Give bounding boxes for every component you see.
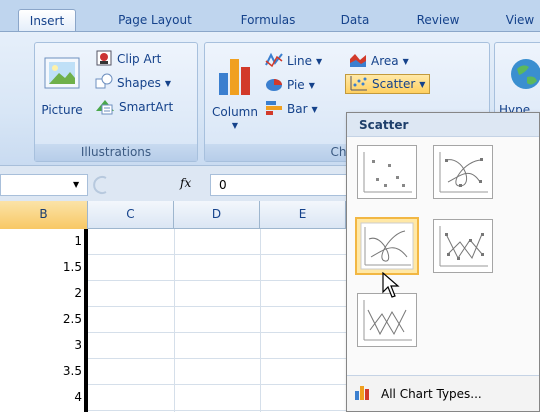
clip-art-button[interactable]: Clip Art — [95, 49, 161, 69]
cancel-entry-icon[interactable] — [92, 175, 112, 195]
tab-insert[interactable]: Insert — [18, 9, 76, 32]
scatter-smooth-lines-option[interactable] — [355, 217, 419, 275]
cell-b[interactable]: 1.5 — [0, 255, 86, 281]
area-dropdown-icon: ▼ — [402, 56, 409, 66]
line-label: Line — [287, 54, 313, 68]
name-box[interactable]: ▼ — [0, 174, 88, 196]
cell-b[interactable]: 2.5 — [0, 307, 86, 333]
scatter-straight-lines-option[interactable] — [357, 293, 417, 347]
all-chart-types-label: All Chart Types... — [381, 386, 482, 401]
column-header-c[interactable]: C — [88, 201, 174, 229]
column-chart-icon[interactable] — [215, 53, 255, 97]
scatter-smooth-lines-markers-icon — [439, 152, 488, 193]
scatter-label: Scatter — [372, 77, 416, 91]
smartart-label: SmartArt — [119, 100, 174, 114]
cell-b[interactable]: 3 — [0, 333, 86, 359]
column-header-d[interactable]: D — [174, 201, 260, 229]
area-label: Area — [371, 54, 399, 68]
bar-chart-button[interactable]: Bar ▼ — [265, 99, 318, 119]
scatter-smooth-lines-markers-option[interactable] — [433, 145, 493, 199]
scatter-chart-button[interactable]: Scatter ▼ — [345, 74, 431, 94]
name-box-dropdown-icon[interactable]: ▼ — [73, 180, 79, 189]
ribbon-tab-strip: Insert Page Layout Formulas Data Review … — [0, 0, 540, 32]
tab-view[interactable]: View — [500, 9, 540, 32]
tab-page-layout[interactable]: Page Layout — [105, 9, 205, 32]
cell-b[interactable]: 4 — [0, 385, 86, 411]
all-chart-types-item[interactable]: All Chart Types... — [347, 375, 539, 411]
clip-art-icon — [95, 49, 113, 70]
shapes-label: Shapes — [117, 76, 161, 90]
line-chart-button[interactable]: Line ▼ — [265, 51, 322, 71]
scatter-straight-lines-markers-option[interactable] — [433, 219, 493, 273]
column-header-e[interactable]: E — [260, 201, 346, 229]
smartart-button[interactable]: SmartArt — [95, 97, 173, 117]
shapes-button[interactable]: Shapes ▼ — [95, 73, 171, 93]
tab-data[interactable]: Data — [333, 9, 377, 32]
smartart-icon — [95, 97, 115, 118]
bar-label: Bar — [287, 102, 308, 116]
scatter-straight-lines-markers-icon — [439, 226, 488, 267]
scatter-chart-icon — [350, 75, 368, 94]
illustrations-group-label: Illustrations — [35, 144, 197, 161]
scatter-markers-only-option[interactable] — [357, 145, 417, 199]
cell-b[interactable]: 1 — [0, 229, 86, 255]
bar-dropdown-icon: ▼ — [311, 104, 318, 114]
illustrations-group: Picture Clip Art Shapes ▼ SmartArt Illus… — [34, 42, 198, 162]
shapes-dropdown-icon: ▼ — [164, 78, 171, 88]
scatter-menu-title: Scatter — [347, 113, 539, 137]
column-dropdown-icon[interactable]: ▼ — [209, 121, 261, 130]
column-header-b[interactable]: B — [0, 201, 88, 229]
column-button-label[interactable]: Column — [209, 105, 261, 119]
tab-formulas[interactable]: Formulas — [233, 9, 303, 32]
chart-type-icon — [353, 383, 371, 404]
selection-border — [84, 229, 88, 412]
scatter-gallery-menu: Scatter All Chart Types... — [346, 112, 540, 412]
area-chart-icon — [349, 51, 367, 72]
pie-chart-button[interactable]: Pie ▼ — [265, 75, 315, 95]
scatter-straight-lines-icon — [363, 300, 412, 341]
pie-dropdown-icon: ▼ — [308, 80, 315, 90]
pie-chart-icon — [265, 75, 283, 96]
clip-art-label: Clip Art — [117, 52, 162, 66]
tab-review[interactable]: Review — [408, 9, 468, 32]
scatter-dropdown-icon: ▼ — [419, 79, 426, 89]
picture-icon[interactable] — [41, 55, 83, 93]
cell-b[interactable]: 2 — [0, 281, 86, 307]
insert-function-icon[interactable]: fx — [180, 176, 191, 190]
line-dropdown-icon: ▼ — [316, 56, 323, 66]
line-chart-icon — [265, 51, 283, 72]
hyperlink-globe-icon[interactable] — [509, 57, 540, 91]
picture-button-label[interactable]: Picture — [35, 103, 89, 117]
cell-b[interactable]: 3.5 — [0, 359, 86, 385]
area-chart-button[interactable]: Area ▼ — [349, 51, 409, 71]
scatter-smooth-lines-icon — [360, 222, 414, 270]
scatter-markers-only-icon — [363, 152, 412, 193]
bar-chart-icon — [265, 99, 283, 120]
pie-label: Pie — [287, 78, 305, 92]
mouse-cursor-icon — [382, 271, 402, 300]
shapes-icon — [95, 73, 113, 94]
